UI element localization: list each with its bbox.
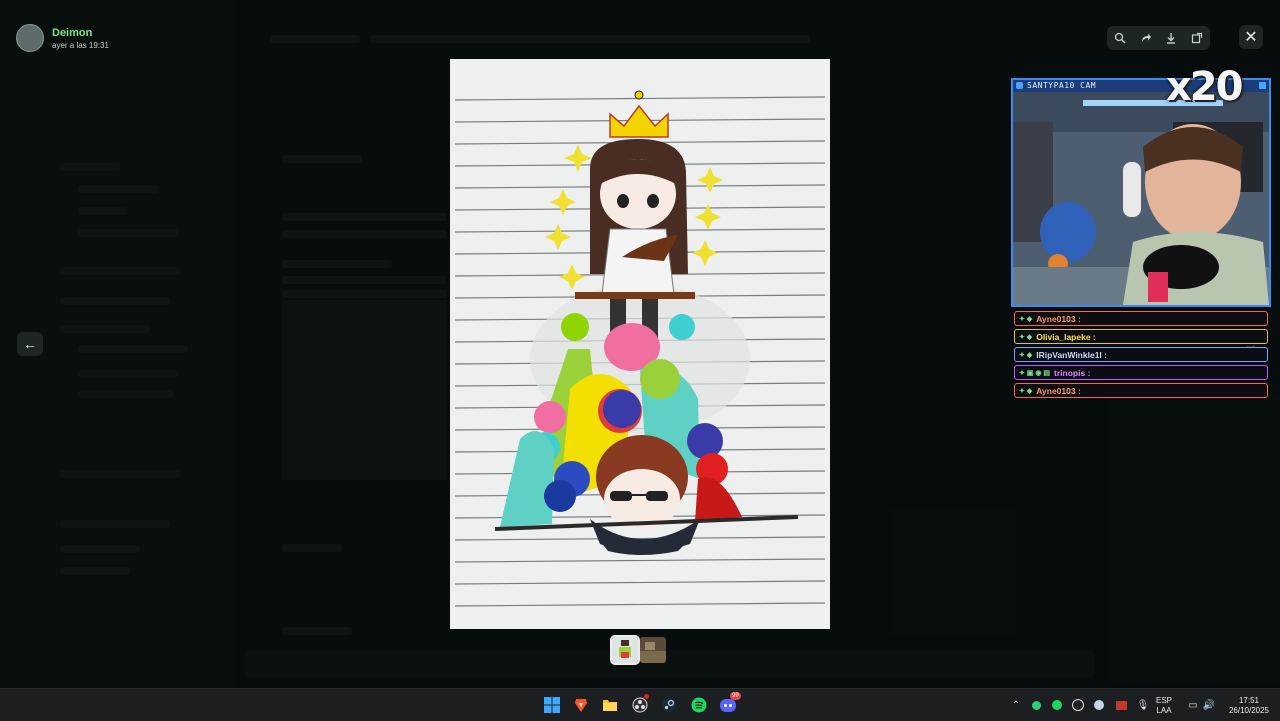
download-icon[interactable] bbox=[1162, 29, 1180, 47]
volume-icon[interactable]: 🔊 bbox=[1199, 695, 1219, 715]
stream-chat: ✦ ◆ Ayne0103 : ✦ ◆ Olivia_lapeke : ✦ ◆ I… bbox=[1014, 311, 1268, 401]
uploader-name[interactable]: Deimon bbox=[52, 26, 109, 40]
chat-username: Olivia_lapeke : bbox=[1036, 331, 1096, 342]
language-code: ESP bbox=[1156, 696, 1173, 705]
stream-webcam: SANTYPA10 CAM bbox=[1011, 78, 1271, 307]
obs-icon[interactable] bbox=[630, 694, 650, 715]
chat-badges-icon: ✦ ◆ bbox=[1019, 351, 1033, 359]
attachment-thumbnails bbox=[610, 635, 666, 665]
windows-taskbar: 99 ⌃ 🎙 ESP LAA ▭ 🔊 17:51 26/10/2025 bbox=[0, 688, 1280, 721]
cam-corner-icon bbox=[1259, 82, 1266, 89]
close-viewer-button[interactable]: ✕ bbox=[1239, 25, 1263, 49]
forward-icon[interactable] bbox=[1137, 29, 1155, 47]
tray-spotify-icon[interactable] bbox=[1047, 695, 1067, 715]
clock-time: 17:51 bbox=[1238, 696, 1260, 705]
attachment-image bbox=[450, 59, 830, 629]
chat-username: Ayne0103 : bbox=[1036, 385, 1081, 396]
language-indicator[interactable]: ESP LAA bbox=[1156, 696, 1172, 716]
clock[interactable]: 17:51 26/10/2025 bbox=[1224, 696, 1274, 716]
chat-message: ✦ ◆ Ayne0103 : bbox=[1014, 311, 1268, 326]
tray-steam-icon[interactable] bbox=[1089, 695, 1109, 715]
hand-drawn-artwork bbox=[450, 59, 830, 629]
thumbnail-photo[interactable] bbox=[640, 637, 666, 663]
spotify-icon[interactable] bbox=[689, 695, 709, 715]
chat-message: ✦ ◆ Ayne0103 : bbox=[1014, 383, 1268, 398]
chat-message: ✦ ▣ ◉ ▤ trinopis : bbox=[1014, 365, 1268, 380]
arrow-left-icon: ← bbox=[23, 336, 37, 352]
brave-browser-icon[interactable] bbox=[571, 695, 591, 715]
thumbnail-drawing[interactable] bbox=[610, 635, 640, 665]
file-explorer-icon[interactable] bbox=[600, 695, 620, 715]
discord-notification-badge: 99 bbox=[730, 692, 741, 700]
chat-message: ✦ ◆ Olivia_lapeke : bbox=[1014, 329, 1268, 344]
chat-badges-icon: ✦ ◆ bbox=[1019, 315, 1033, 323]
upload-timestamp: ayer a las 19:31 bbox=[52, 40, 109, 50]
webcam-feed bbox=[1013, 92, 1269, 305]
uploader-info: Deimon ayer a las 19:31 bbox=[16, 24, 109, 52]
recording-dot-icon bbox=[644, 694, 649, 699]
open-external-icon[interactable] bbox=[1188, 29, 1206, 47]
tray-app-icon[interactable] bbox=[1111, 695, 1131, 715]
discord-icon[interactable]: 99 bbox=[718, 692, 741, 715]
chat-username: IRipVanWinkle1I : bbox=[1036, 349, 1107, 360]
cam-title: SANTYPA10 CAM bbox=[1027, 81, 1097, 90]
viewer-toolbar bbox=[1107, 26, 1210, 50]
chat-username: Ayne0103 : bbox=[1036, 313, 1081, 324]
tray-obs-icon[interactable] bbox=[1068, 695, 1088, 715]
tray-green-dot-icon[interactable] bbox=[1026, 695, 1046, 715]
keyboard-layout: LAA bbox=[1156, 706, 1172, 715]
chat-badges-icon: ✦ ◆ bbox=[1019, 387, 1033, 395]
chat-username: trinopis : bbox=[1054, 367, 1091, 378]
clock-date: 26/10/2025 bbox=[1228, 706, 1270, 715]
chat-badges-icon: ✦ ▣ ◉ ▤ bbox=[1019, 369, 1051, 377]
avatar bbox=[16, 24, 44, 52]
chat-message: ✦ ◆ IRipVanWinkle1I : bbox=[1014, 347, 1268, 362]
close-icon: ✕ bbox=[1244, 29, 1258, 46]
chat-badges-icon: ✦ ◆ bbox=[1019, 333, 1033, 341]
microphone-icon[interactable]: 🎙 bbox=[1133, 695, 1153, 715]
zoom-icon[interactable] bbox=[1111, 29, 1129, 47]
windows-start-icon[interactable] bbox=[542, 695, 562, 715]
multiplier-badge: x20 bbox=[1166, 64, 1243, 110]
cam-logo-icon bbox=[1016, 82, 1023, 89]
show-hidden-icons-chevron-icon[interactable]: ⌃ bbox=[1006, 695, 1026, 715]
previous-image-button[interactable]: ← bbox=[17, 332, 43, 356]
steam-icon[interactable] bbox=[659, 695, 679, 715]
